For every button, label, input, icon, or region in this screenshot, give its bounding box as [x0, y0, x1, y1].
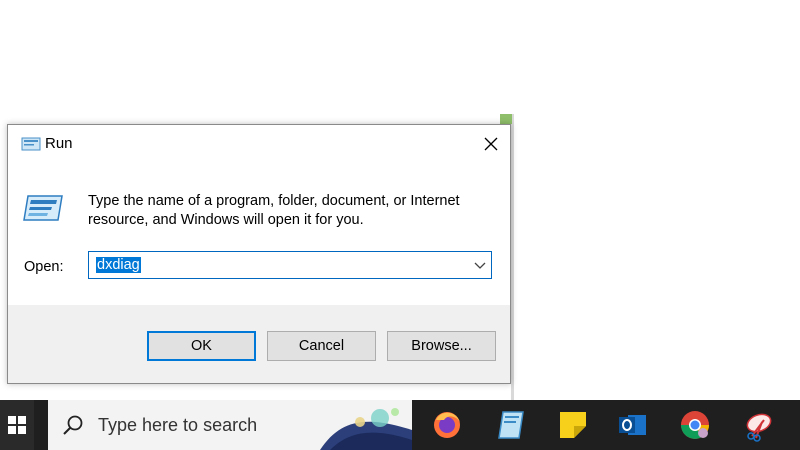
open-label: Open:	[24, 259, 64, 275]
dialog-title: Run	[45, 135, 73, 152]
chevron-down-icon[interactable]	[473, 258, 487, 272]
title-bar[interactable]: Run	[8, 125, 510, 163]
chrome-icon[interactable]	[678, 408, 712, 442]
firefox-icon[interactable]	[430, 408, 464, 442]
taskbar: Type here to search	[0, 400, 800, 450]
dialog-description: Type the name of a program, folder, docu…	[88, 193, 460, 228]
close-button[interactable]	[472, 125, 510, 163]
start-button[interactable]	[0, 400, 34, 450]
run-app-icon	[23, 195, 63, 221]
notepad-icon[interactable]	[494, 408, 528, 442]
browse-button[interactable]: Browse...	[387, 331, 496, 361]
outlook-icon[interactable]	[616, 408, 650, 442]
close-icon	[484, 137, 498, 151]
sticky-notes-icon[interactable]	[556, 408, 590, 442]
search-highlight-art-icon	[320, 400, 412, 450]
windows-logo-icon	[8, 416, 26, 434]
open-combobox[interactable]: dxdiag	[88, 251, 492, 279]
snipping-tool-icon[interactable]	[742, 408, 776, 442]
dialog-content: Type the name of a program, folder, docu…	[8, 163, 510, 305]
ok-button[interactable]: OK	[147, 331, 256, 361]
search-icon	[63, 415, 83, 435]
open-input-value[interactable]: dxdiag	[96, 257, 141, 273]
run-dialog: Run Type the name of a program, folder, …	[7, 124, 511, 384]
cancel-button[interactable]: Cancel	[267, 331, 376, 361]
background-window-edge	[511, 114, 514, 400]
taskbar-search[interactable]: Type here to search	[48, 400, 412, 450]
run-icon	[21, 137, 41, 151]
background-window-corner	[500, 114, 512, 124]
search-placeholder: Type here to search	[98, 415, 258, 435]
